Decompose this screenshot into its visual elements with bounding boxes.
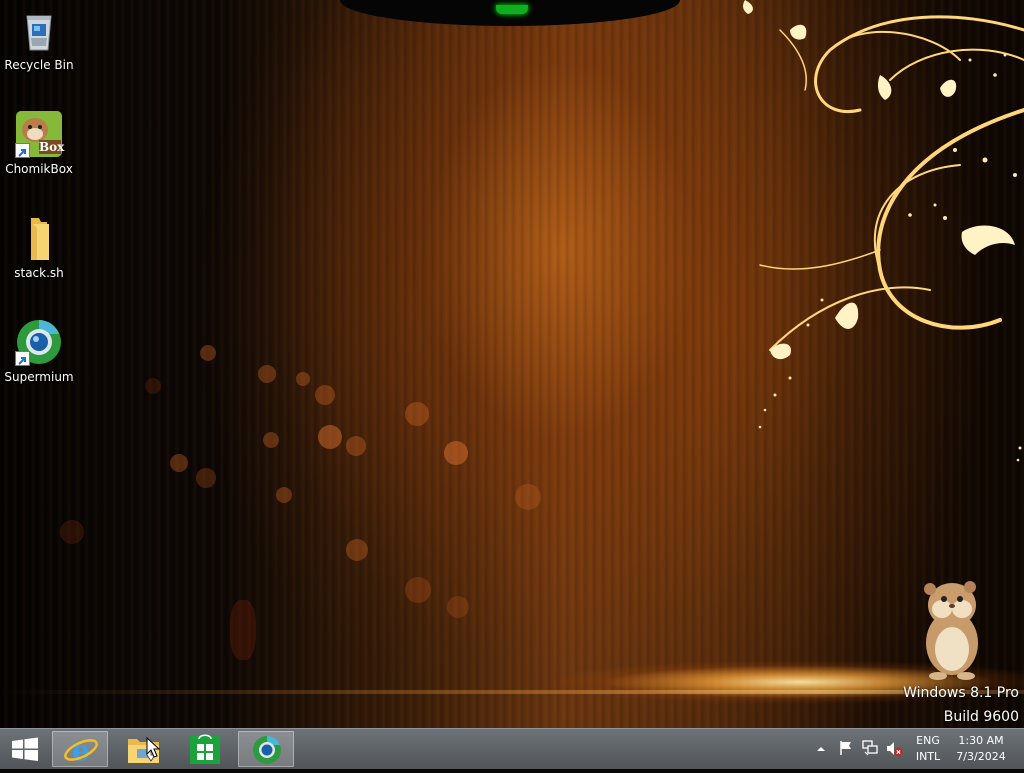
volume-button[interactable] — [885, 740, 903, 762]
windows-logo-icon — [12, 737, 38, 761]
taskbar-file-explorer-button[interactable] — [115, 731, 171, 767]
desktop-wallpaper — [0, 0, 1024, 728]
mouse-cursor-icon — [146, 737, 160, 758]
clock-time: 1:30 AM — [958, 734, 1004, 747]
keyboard-layout: INTL — [915, 750, 941, 763]
golden-swirl-ornament — [743, 0, 1024, 462]
action-center-button[interactable] — [838, 740, 854, 760]
chomikbox-badge-text: Box — [39, 140, 65, 154]
windows-edition-text: Windows 8.1 Pro — [903, 685, 1019, 701]
desktop-icon-supermium[interactable]: Supermium — [0, 318, 78, 384]
desktop-icon-label: stack.sh — [14, 266, 64, 280]
chevron-up-icon — [817, 747, 825, 751]
windows-build-text: Build 9600 — [943, 709, 1019, 725]
chomikbox-icon: Box — [15, 110, 65, 158]
volume-muted-icon — [887, 742, 903, 756]
input-language-indicator[interactable]: ENG INTL — [914, 733, 942, 765]
clock-date: 7/3/2024 — [956, 750, 1006, 763]
desktop-icon-chomikbox[interactable]: Box ChomikBox — [0, 110, 78, 176]
supermium-icon — [15, 318, 63, 366]
taskbar-store-button[interactable] — [177, 731, 233, 767]
language-code: ENG — [916, 734, 940, 747]
show-hidden-icons-button[interactable] — [816, 741, 826, 760]
desktop-icon-label: Supermium — [4, 370, 74, 384]
desktop-icon-label: Recycle Bin — [4, 58, 74, 72]
supermium-icon — [253, 736, 281, 764]
svg-text:e: e — [72, 734, 90, 767]
network-icon — [862, 740, 878, 756]
folder-icon — [15, 214, 63, 262]
start-button[interactable] — [0, 729, 50, 769]
taskbar-clock[interactable]: 1:30 AM 7/3/2024 — [950, 733, 1012, 765]
recycle-bin-icon — [15, 6, 63, 54]
network-button[interactable] — [861, 740, 879, 760]
file-explorer-icon — [128, 739, 159, 763]
store-icon — [190, 734, 220, 764]
shortcut-arrow-icon — [15, 351, 30, 366]
flag-icon — [840, 741, 851, 755]
hamster-mascot-image — [924, 581, 978, 680]
desktop-icon-recycle-bin[interactable]: Recycle Bin — [0, 6, 78, 72]
desktop-icon-stack-sh[interactable]: stack.sh — [0, 214, 78, 280]
internet-explorer-icon: e — [64, 734, 98, 767]
desktop-icon-label: ChomikBox — [5, 162, 73, 176]
taskbar-internet-explorer-button[interactable]: e — [52, 731, 108, 767]
shortcut-arrow-icon — [15, 143, 30, 158]
taskbar-supermium-button[interactable] — [238, 731, 294, 767]
